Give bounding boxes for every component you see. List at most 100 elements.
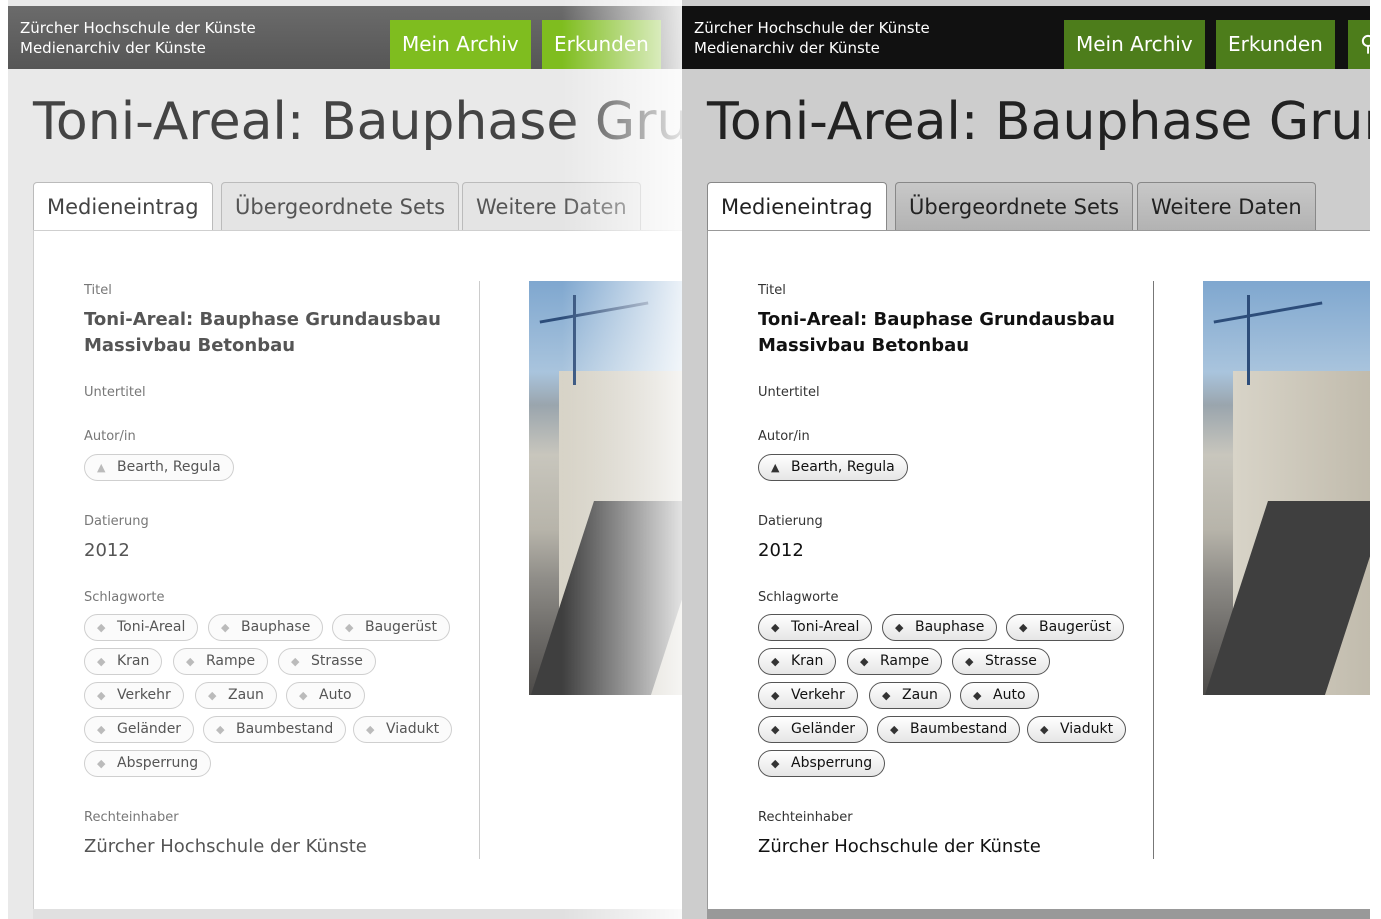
keyword-label: Absperrung (117, 755, 199, 771)
title-value: Toni-Areal: Bauphase Grundausbau Massivb… (758, 307, 1115, 359)
date-label: Datierung (758, 514, 823, 529)
tag-icon: ◆ (771, 655, 780, 668)
keyword-tag[interactable]: ◆ Rampe (847, 648, 943, 675)
media-preview-image[interactable] (529, 281, 682, 695)
keyword-tag[interactable]: ◆ Auto (960, 682, 1039, 709)
keyword-tag[interactable]: ◆ Toni-Areal (758, 614, 873, 641)
rights-value: Zürcher Hochschule der Künste (84, 836, 367, 857)
person-icon: ▲ (97, 461, 106, 474)
keyword-label: Rampe (206, 653, 256, 669)
keyword-tag[interactable]: ◆ Baugerüst (1006, 614, 1124, 641)
tag-icon: ◆ (771, 621, 780, 634)
keyword-tag[interactable]: ◆ Viadukt (353, 716, 453, 743)
keyword-tag[interactable]: ◆ Geländer (758, 716, 869, 743)
tag-icon: ◆ (771, 689, 780, 702)
tag-icon: ◆ (97, 621, 106, 634)
keyword-label: Kran (117, 653, 150, 669)
media-preview-image[interactable] (1203, 281, 1370, 695)
rights-label: Rechteinhaber (84, 810, 179, 825)
keyword-label: Toni-Areal (117, 619, 186, 635)
nav-erkunden[interactable]: Erkunden (542, 20, 661, 69)
brand-line-2: Medienarchiv der Künste (694, 39, 880, 57)
keyword-tag[interactable]: ◆ Zaun (869, 682, 951, 709)
keyword-label: Baumbestand (910, 721, 1008, 737)
tag-icon: ◆ (890, 723, 899, 736)
tag-icon: ◆ (1019, 621, 1028, 634)
keyword-tag[interactable]: ◆ Verkehr (758, 682, 858, 709)
keyword-tag[interactable]: ◆ Bauphase (208, 614, 324, 641)
tag-icon: ◆ (216, 723, 225, 736)
keyword-tag[interactable]: ◆ Bauphase (882, 614, 998, 641)
tag-icon: ◆ (771, 723, 780, 736)
column-divider (1153, 281, 1154, 859)
keyword-tag[interactable]: ◆ Absperrung (758, 750, 886, 777)
date-value: 2012 (84, 540, 130, 561)
tag-icon: ◆ (895, 621, 904, 634)
column-divider (479, 281, 480, 859)
title-line-2: Massivbau Betonbau (84, 335, 296, 356)
tag-icon: ◆ (366, 723, 375, 736)
keyword-tag[interactable]: ◆ Baumbestand (203, 716, 347, 743)
keyword-label: Strasse (985, 653, 1037, 669)
tab-uebergeordnete-sets[interactable]: Übergeordnete Sets (221, 182, 460, 231)
title-label: Titel (84, 283, 112, 298)
tag-icon: ◆ (221, 621, 230, 634)
keyword-tag[interactable]: ◆ Viadukt (1027, 716, 1127, 743)
nav-mein-archiv[interactable]: Mein Archiv (1064, 20, 1205, 69)
tag-icon: ◆ (97, 757, 106, 770)
title-line-1: Toni-Areal: Bauphase Grundausbau (758, 309, 1115, 330)
keyword-tag[interactable]: ◆ Strasse (952, 648, 1050, 675)
keyword-tag[interactable]: ◆ Kran (84, 648, 163, 675)
keyword-tag[interactable]: ◆ Toni-Areal (84, 614, 199, 641)
keyword-label: Strasse (311, 653, 363, 669)
keyword-tag[interactable]: ◆ Geländer (84, 716, 195, 743)
title-value: Toni-Areal: Bauphase Grundausbau Massivb… (84, 307, 441, 359)
tab-weitere-daten[interactable]: Weitere Daten (462, 182, 641, 231)
keyword-tag[interactable]: ◆ Absperrung (84, 750, 212, 777)
tab-weitere-daten[interactable]: Weitere Daten (1137, 182, 1316, 231)
tag-icon: ◆ (882, 689, 891, 702)
date-value: 2012 (758, 540, 804, 561)
footer-strip (707, 909, 1370, 919)
keyword-label: Geländer (791, 721, 856, 737)
tab-uebergeordnete-sets[interactable]: Übergeordnete Sets (895, 182, 1134, 231)
keyword-label: Absperrung (791, 755, 873, 771)
author-pill[interactable]: ▲ Bearth, Regula (758, 454, 908, 481)
brand-line-2: Medienarchiv der Künste (20, 39, 206, 57)
brand[interactable]: Zürcher Hochschule der Künste Medienarch… (694, 18, 930, 58)
nav-erkunden[interactable]: Erkunden (1216, 20, 1335, 69)
tag-icon: ◆ (291, 655, 300, 668)
brand[interactable]: Zürcher Hochschule der Künste Medienarch… (20, 18, 256, 58)
keyword-tag[interactable]: ◆ Zaun (195, 682, 277, 709)
author-label: Autor/in (758, 429, 810, 444)
keyword-label: Baumbestand (236, 721, 334, 737)
keyword-label: Geländer (117, 721, 182, 737)
page-title: Toni-Areal: Bauphase Grundausbau Massivb… (33, 92, 682, 152)
keyword-tag[interactable]: ◆ Baumbestand (877, 716, 1021, 743)
keyword-tag[interactable]: ◆ Verkehr (84, 682, 184, 709)
photo-crane-mast (1247, 295, 1250, 385)
tag-icon: ◆ (186, 655, 195, 668)
subtitle-label: Untertitel (758, 385, 820, 400)
keyword-tag[interactable]: ◆ Kran (758, 648, 837, 675)
keyword-tag[interactable]: ◆ Strasse (278, 648, 376, 675)
tag-icon: ◆ (97, 723, 106, 736)
tag-icon: ◆ (345, 621, 354, 634)
search-icon: ⚲ (1360, 32, 1370, 57)
photo-crane-jib (539, 301, 649, 324)
comparison-canvas: Zürcher Hochschule der Künste Medienarch… (0, 0, 1381, 919)
title-label: Titel (758, 283, 786, 298)
keyword-tag[interactable]: ◆ Auto (286, 682, 365, 709)
tab-medieneintrag[interactable]: Medieneintrag (33, 182, 213, 231)
keyword-tag[interactable]: ◆ Baugerüst (332, 614, 450, 641)
keyword-label: Zaun (902, 687, 938, 703)
keyword-tag[interactable]: ◆ Rampe (173, 648, 269, 675)
tag-icon: ◆ (97, 689, 106, 702)
search-button[interactable]: ⚲ (1348, 20, 1370, 69)
author-pill[interactable]: ▲ Bearth, Regula (84, 454, 234, 481)
person-icon: ▲ (771, 461, 780, 474)
title-line-2: Massivbau Betonbau (758, 335, 970, 356)
keyword-label: Auto (993, 687, 1026, 703)
tab-medieneintrag[interactable]: Medieneintrag (707, 182, 887, 231)
nav-mein-archiv[interactable]: Mein Archiv (390, 20, 531, 69)
